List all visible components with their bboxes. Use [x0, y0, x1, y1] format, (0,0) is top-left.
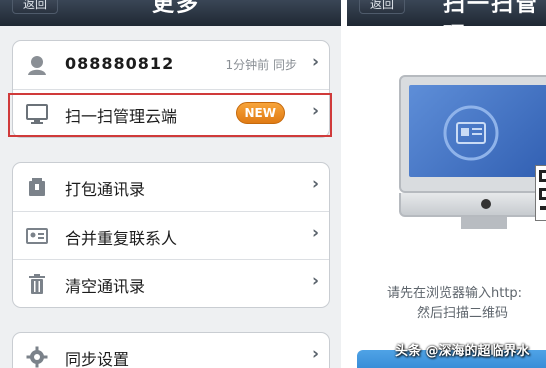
chevron-right-icon: › [311, 52, 319, 72]
chevron-right-icon: › [311, 101, 319, 121]
more-screen: 返回 更多 088880812 1分钟前 同步 › 扫一扫管理云端 NEW › … [0, 0, 341, 368]
nav-bar: 返回 扫一扫管理 [347, 0, 546, 49]
back-button[interactable]: 返回 [12, 0, 59, 14]
clear-contacts-label: 清空通讯录 [65, 277, 146, 296]
trash-icon [23, 270, 51, 298]
merge-card-icon [23, 222, 51, 250]
settings-group: 同步设置 › [12, 332, 330, 368]
qr-code-icon [535, 165, 546, 221]
watermark-text: 头条 @深海的超临界水 [395, 344, 530, 359]
account-number: 088880812 [65, 54, 175, 73]
pack-contacts-label: 打包通讯录 [65, 180, 146, 199]
back-button[interactable]: 返回 [359, 0, 406, 14]
instruction-line-2: 然后扫描二维码 [417, 306, 509, 321]
page-title: 更多 [152, 0, 201, 17]
merge-duplicates-label: 合并重复联系人 [65, 229, 178, 248]
sync-settings-label: 同步设置 [65, 350, 130, 368]
page-title: 扫一扫管理 [443, 0, 540, 49]
scan-manage-screen: 返回 扫一扫管理 请先在浏览器输入http: 然后扫描二维码 [347, 0, 546, 368]
contacts-tools-group: 打包通讯录 › 合并重复联系人 › 清空通讯录 › [12, 162, 330, 308]
account-group: 088880812 1分钟前 同步 › 扫一扫管理云端 NEW › [12, 40, 330, 138]
pack-contacts-row[interactable]: 打包通讯录 › [13, 163, 329, 211]
nav-bar: 返回 更多 [0, 0, 341, 26]
imac-stand [461, 217, 507, 229]
merge-duplicates-row[interactable]: 合并重复联系人 › [13, 211, 329, 259]
new-badge: NEW [235, 102, 285, 124]
gear-icon [23, 343, 51, 368]
account-sync-row[interactable]: 088880812 1分钟前 同步 › [13, 41, 329, 89]
imac-frame [399, 75, 546, 193]
scan-manage-cloud-label: 扫一扫管理云端 [65, 107, 178, 126]
monitor-icon [23, 100, 51, 128]
chevron-right-icon: › [311, 344, 319, 364]
imac-chin [399, 193, 546, 217]
last-sync-time: 1分钟前 同步 [225, 58, 297, 72]
contact-icon [23, 51, 51, 79]
scan-manage-cloud-row[interactable]: 扫一扫管理云端 NEW › [13, 89, 329, 137]
chevron-right-icon: › [311, 223, 319, 243]
imac-screen [409, 85, 546, 177]
apple-logo-icon [481, 199, 491, 209]
chevron-right-icon: › [311, 271, 319, 291]
chevron-right-icon: › [311, 174, 319, 194]
sync-settings-row[interactable]: 同步设置 › [13, 333, 329, 368]
package-icon [23, 173, 51, 201]
instruction-line-1: 请先在浏览器输入http: [387, 286, 523, 301]
clear-contacts-row[interactable]: 清空通讯录 › [13, 259, 329, 307]
sync-card-icon [443, 105, 499, 161]
